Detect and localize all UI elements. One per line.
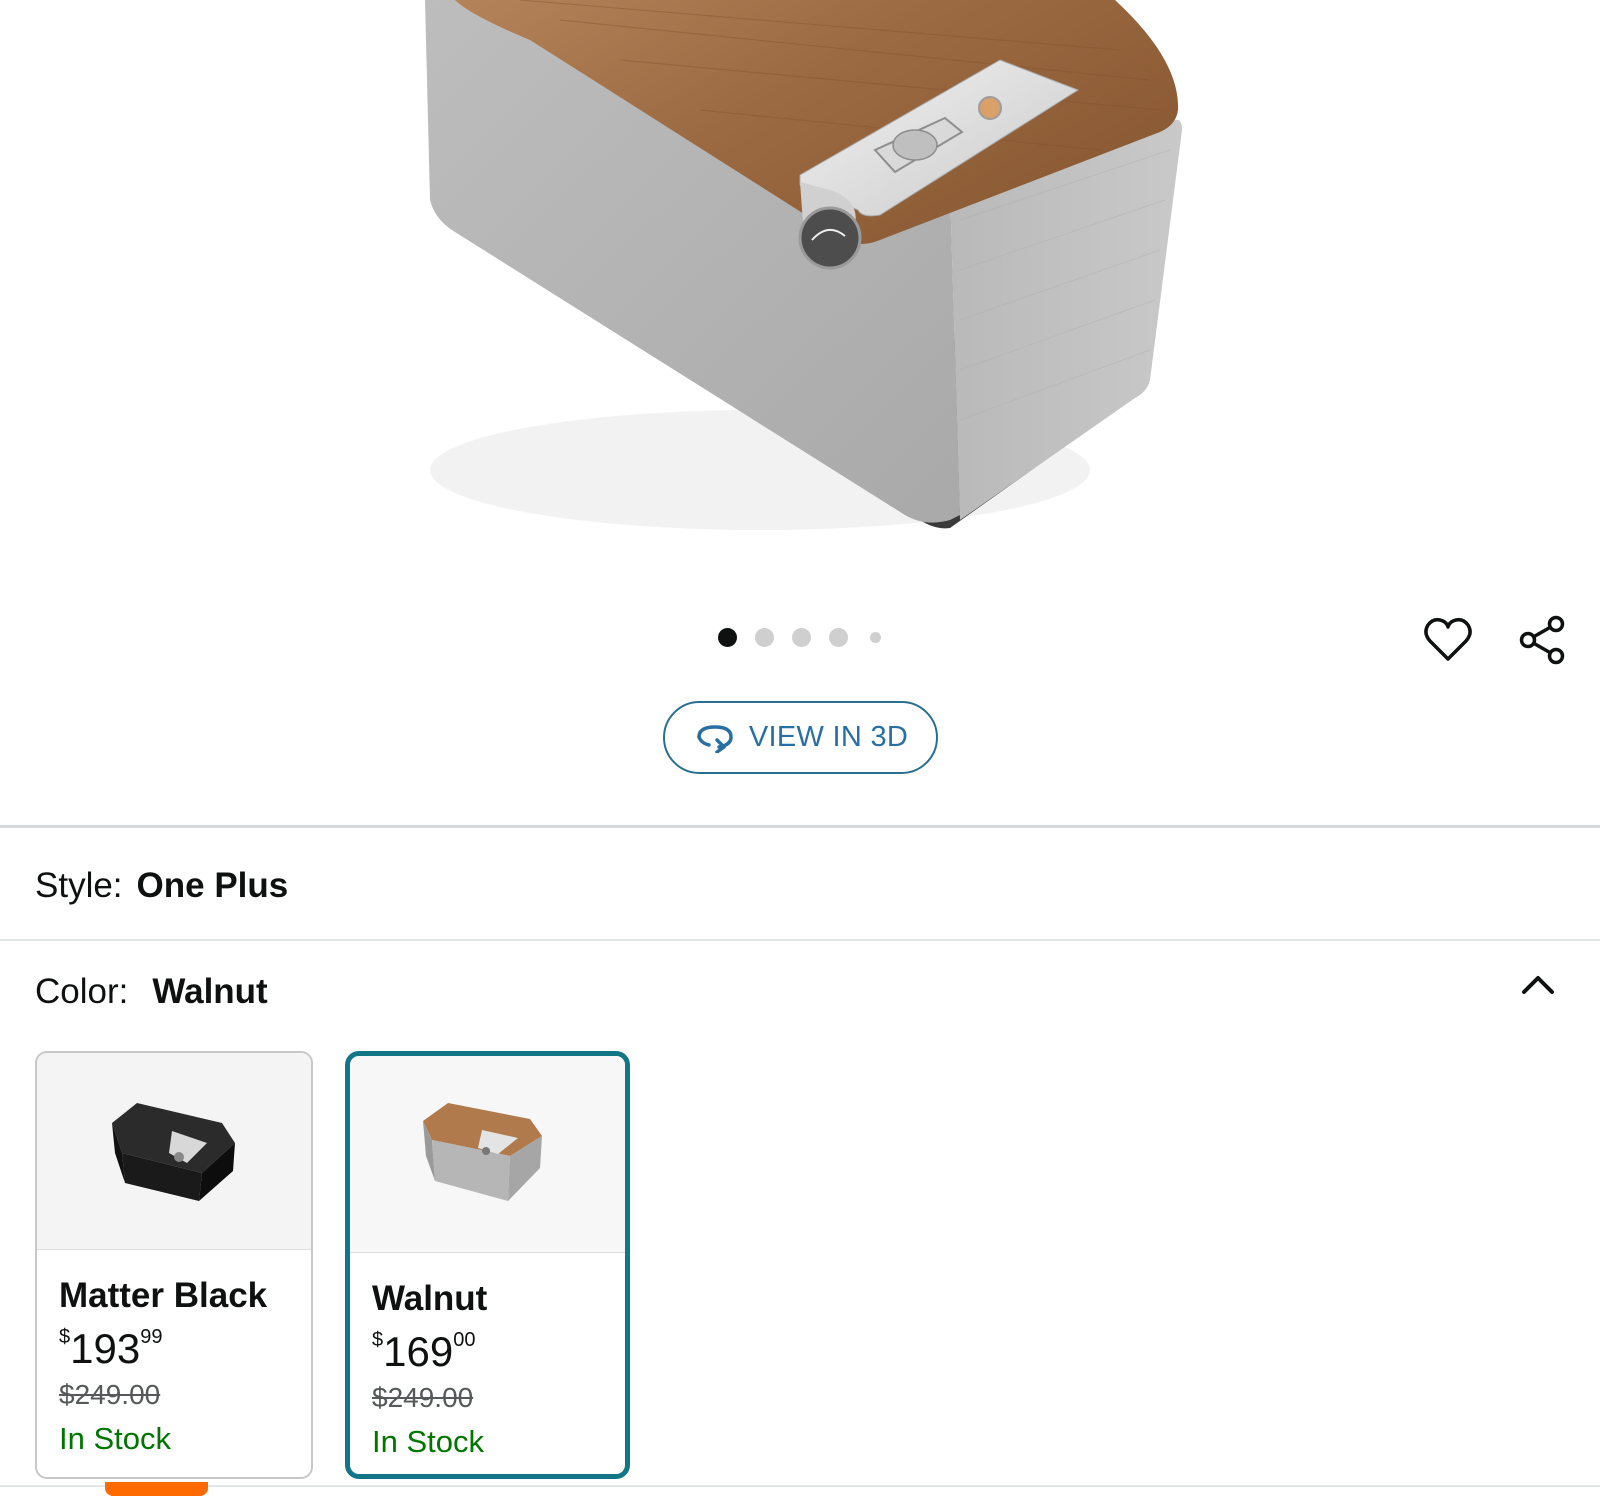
- speaker-walnut-thumbnail: [423, 1103, 542, 1201]
- swatch-image: [350, 1056, 625, 1253]
- swatch-availability: In Stock: [59, 1421, 171, 1456]
- collapse-color-button[interactable]: [1518, 968, 1558, 1000]
- section-divider: [0, 1485, 1600, 1487]
- carousel-dot[interactable]: [755, 628, 774, 647]
- swatch-list-price: $249.00: [59, 1379, 161, 1410]
- swatch-price: $19399: [59, 1325, 162, 1373]
- add-to-list-button[interactable]: [1420, 612, 1476, 668]
- swatch-name: Matter Black: [59, 1276, 268, 1315]
- carousel-dot[interactable]: [718, 628, 737, 647]
- swatch-list-price: $249.00: [372, 1382, 474, 1413]
- style-value: One Plus: [136, 866, 289, 905]
- swatch-price: $16900: [372, 1328, 475, 1376]
- rotate-3d-icon: [697, 724, 733, 753]
- scroll-indicator: [105, 1482, 208, 1496]
- section-divider: [0, 825, 1600, 828]
- color-selector-header: Color: Walnut: [35, 972, 268, 1012]
- speaker-image: [425, 0, 1182, 530]
- product-image[interactable]: [0, 0, 1600, 600]
- carousel-dot[interactable]: [792, 628, 811, 647]
- price-whole: 169: [383, 1328, 454, 1375]
- price-fraction: 00: [453, 1329, 476, 1351]
- style-selector: Style: One Plus: [35, 866, 288, 906]
- price-symbol: $: [372, 1329, 384, 1351]
- swatch-name: Walnut: [372, 1279, 488, 1318]
- share-button[interactable]: [1514, 612, 1570, 668]
- price-symbol: $: [59, 1326, 71, 1348]
- color-option-walnut[interactable]: Walnut $16900 $249.00 In Stock: [345, 1051, 630, 1479]
- style-label: Style:: [35, 866, 123, 905]
- swatch-image: [37, 1053, 311, 1250]
- color-option-matter-black[interactable]: Matter Black $19399 $249.00 In Stock: [35, 1051, 313, 1479]
- section-divider: [0, 939, 1600, 941]
- view-in-3d-button[interactable]: VIEW IN 3D: [663, 701, 938, 774]
- share-icon: [1519, 615, 1565, 665]
- heart-icon: [1424, 617, 1472, 661]
- color-value: Walnut: [152, 972, 268, 1011]
- price-fraction: 99: [140, 1326, 163, 1348]
- carousel-dot[interactable]: [829, 628, 848, 647]
- speaker-black-thumbnail: [112, 1103, 235, 1201]
- chevron-up-icon: [1522, 976, 1554, 994]
- price-whole: 193: [70, 1325, 141, 1372]
- swatch-availability: In Stock: [372, 1424, 484, 1459]
- carousel-dot[interactable]: [870, 632, 881, 643]
- color-label: Color:: [35, 972, 129, 1011]
- image-carousel-dots: [0, 626, 1600, 648]
- view-in-3d-label: VIEW IN 3D: [748, 721, 909, 753]
